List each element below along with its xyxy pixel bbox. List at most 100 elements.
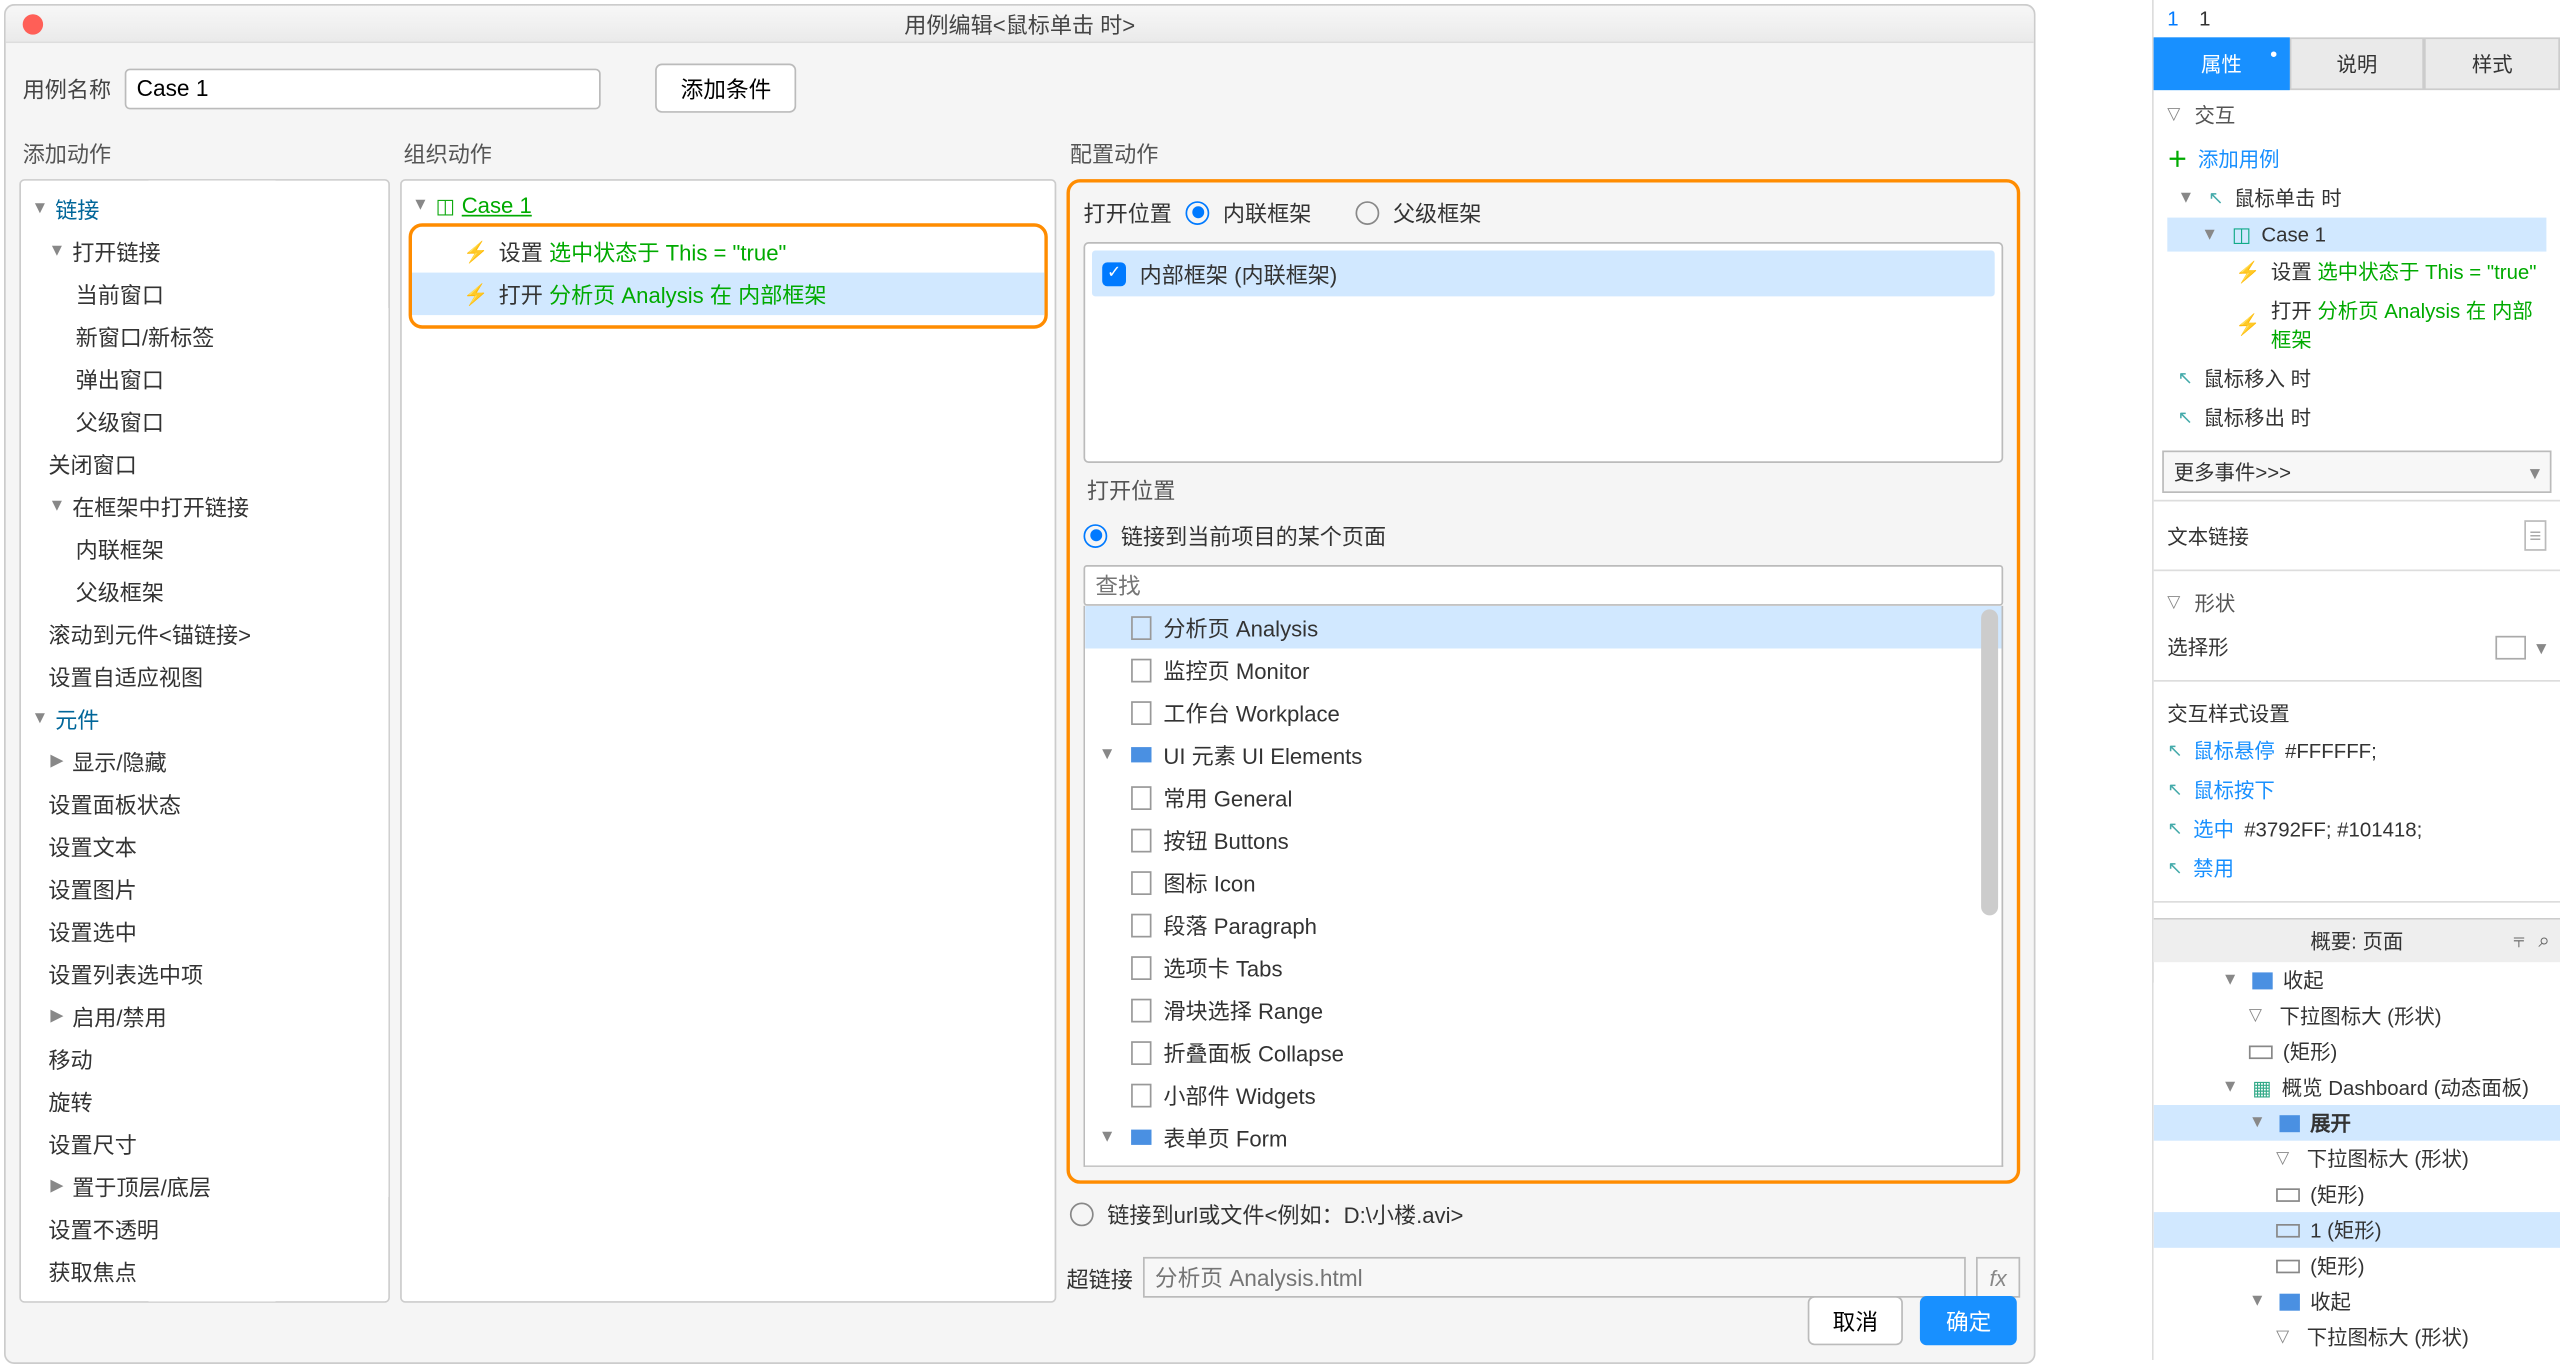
event-mouse-out[interactable]: 鼠标移出 时: [2203, 403, 2311, 432]
page-analysis[interactable]: 分析页 Analysis: [1085, 606, 2001, 649]
ol-collapse[interactable]: 收起: [2283, 966, 2324, 995]
page-icon[interactable]: 图标 Icon: [1085, 861, 2001, 904]
set-list-sel-action[interactable]: 设置列表选中项: [45, 958, 203, 990]
frame-item[interactable]: ✓ 内部框架 (内联框架): [1092, 251, 1995, 297]
ol-rect3[interactable]: (矩形): [2310, 1251, 2364, 1280]
add-case-link[interactable]: 添加用例: [2198, 145, 2280, 174]
number-tabs[interactable]: 1 1: [2154, 0, 2560, 37]
tab-style[interactable]: 样式: [2425, 37, 2560, 90]
page-basic-form[interactable]: 基础表单 Basic Form: [1085, 1158, 2001, 1167]
page-paragraph[interactable]: 段落 Paragraph: [1085, 903, 2001, 946]
case1-label[interactable]: Case 1: [2261, 223, 2326, 247]
rotate-action[interactable]: 旋转: [45, 1085, 93, 1117]
case-title[interactable]: Case 1: [462, 193, 532, 219]
event-mouse-click[interactable]: 鼠标单击 时: [2234, 184, 2342, 213]
page-collapse[interactable]: 折叠面板 Collapse: [1085, 1031, 2001, 1074]
fx-button[interactable]: fx: [1976, 1257, 2020, 1298]
interaction-header[interactable]: 交互: [2195, 100, 2236, 129]
inline-frame-radio[interactable]: [1186, 200, 1210, 224]
tab-attributes[interactable]: 属性: [2154, 37, 2289, 90]
widgets-group[interactable]: 元件: [52, 703, 100, 735]
inline-frame-action[interactable]: 内联框架: [72, 533, 164, 565]
open-link-group[interactable]: 打开链接: [69, 235, 161, 267]
parent-frame-action[interactable]: 父级框架: [72, 575, 164, 607]
hover-link[interactable]: 鼠标悬停: [2193, 736, 2275, 765]
panel-state-action[interactable]: 设置面板状态: [45, 788, 181, 820]
search-icon[interactable]: ⌕: [2538, 928, 2549, 954]
shape-header[interactable]: 形状: [2195, 588, 2236, 617]
frames-list[interactable]: ✓ 内部框架 (内联框架): [1084, 242, 2004, 463]
inspector-panel: 1 1 属性 说明 样式 ▽交互 ＋添加用例 ▼鼠标单击 时 ▼◫Case 1 …: [2152, 0, 2560, 1360]
links-group[interactable]: 链接: [52, 193, 100, 225]
popup-window-action[interactable]: 弹出窗口: [72, 363, 164, 395]
folder-form[interactable]: ▼表单页 Form: [1085, 1116, 2001, 1159]
parent-window-action[interactable]: 父级窗口: [72, 405, 164, 437]
outline-tree[interactable]: ▼收起 ▽下拉图标大 (形状) (矩形) ▼▦概览 Dashboard (动态面…: [2154, 962, 2560, 1360]
bring-front-action[interactable]: 置于顶层/底层: [69, 1170, 211, 1202]
scrollbar[interactable]: [1981, 609, 1998, 1162]
ol-dropicon3[interactable]: 下拉图标大 (形状): [2307, 1323, 2469, 1352]
page-buttons[interactable]: 按钮 Buttons: [1085, 818, 2001, 861]
case-row[interactable]: ▼ ◫ Case 1: [402, 188, 1055, 224]
add-condition-button[interactable]: 添加条件: [655, 64, 797, 113]
ol-collapse2[interactable]: 收起: [2310, 1287, 2351, 1316]
folder-ui-elements[interactable]: ▼UI 元素 UI Elements: [1085, 733, 2001, 776]
organize-pane[interactable]: ▼ ◫ Case 1 ⚡ 设置 选中状态于 This = "true" ⚡ 打开…: [400, 179, 1056, 1303]
disabled-link[interactable]: 禁用: [2193, 853, 2234, 882]
scroll-anchor-action[interactable]: 滚动到元件<锚链接>: [45, 618, 251, 650]
page-general[interactable]: 常用 General: [1085, 776, 2001, 819]
enable-disable-action[interactable]: 启用/禁用: [69, 1000, 167, 1032]
ol-1-rect[interactable]: 1 (矩形): [2310, 1216, 2381, 1245]
set-image-action[interactable]: 设置图片: [45, 873, 137, 905]
ol-rect1[interactable]: (矩形): [2283, 1037, 2337, 1066]
close-icon[interactable]: [23, 14, 43, 34]
action-open-frame[interactable]: ⚡ 打开 分析页 Analysis 在 内部框架: [412, 273, 1044, 316]
page-workplace[interactable]: 工作台 Workplace: [1085, 691, 2001, 734]
show-hide-action[interactable]: 显示/隐藏: [69, 745, 167, 777]
pressed-link[interactable]: 鼠标按下: [2193, 775, 2275, 804]
cancel-button[interactable]: 取消: [1807, 1296, 1903, 1345]
ol-expand[interactable]: 展开: [2310, 1112, 2351, 1136]
ol-dropicon2[interactable]: 下拉图标大 (形状): [2307, 1144, 2469, 1173]
ol-dropicon[interactable]: 下拉图标大 (形状): [2280, 1001, 2442, 1030]
current-window-action[interactable]: 当前窗口: [72, 278, 164, 310]
case-name-input[interactable]: [125, 68, 601, 109]
checkbox-icon[interactable]: ✓: [1102, 262, 1126, 286]
page-monitor[interactable]: 监控页 Monitor: [1085, 648, 2001, 691]
ol-rect2[interactable]: (矩形): [2310, 1180, 2364, 1209]
shape-picker[interactable]: [2495, 635, 2526, 659]
set-selected-action[interactable]: 设置选中: [45, 915, 137, 947]
parent-frame-radio[interactable]: [1356, 200, 1380, 224]
chevron-down-icon[interactable]: ▼: [28, 200, 52, 219]
hyperlink-input[interactable]: [1143, 1257, 1966, 1298]
close-window-action[interactable]: 关闭窗口: [45, 448, 137, 480]
selected-link[interactable]: 选中: [2193, 814, 2234, 843]
set-opacity-action[interactable]: 设置不透明: [45, 1213, 159, 1245]
filter-icon[interactable]: ⫧: [2513, 928, 2525, 954]
open-in-frame-group[interactable]: 在框架中打开链接: [69, 490, 249, 522]
more-events-dropdown[interactable]: 更多事件>>>▾: [2162, 451, 2552, 494]
text-link-box[interactable]: ≡: [2524, 520, 2546, 551]
set-size-action[interactable]: 设置尺寸: [45, 1128, 137, 1160]
expand-collapse-action[interactable]: 展开/折叠树节点: [45, 1298, 209, 1303]
page-search-input[interactable]: [1084, 565, 2004, 606]
ol-dashboard[interactable]: 概览 Dashboard (动态面板): [2282, 1073, 2529, 1102]
action-set-selected[interactable]: ⚡ 设置 选中状态于 This = "true": [412, 230, 1044, 273]
set-adaptive-action[interactable]: 设置自适应视图: [45, 660, 203, 692]
new-window-action[interactable]: 新窗口/新标签: [72, 320, 214, 352]
page-range[interactable]: 滑块选择 Range: [1085, 988, 2001, 1031]
page-tree[interactable]: 分析页 Analysis 监控页 Monitor 工作台 Workplace ▼…: [1084, 606, 2004, 1167]
tab-notes[interactable]: 说明: [2289, 37, 2424, 90]
event-mouse-in[interactable]: 鼠标移入 时: [2203, 364, 2311, 393]
set-text-action[interactable]: 设置文本: [45, 830, 137, 862]
link-to-url-radio[interactable]: [1070, 1202, 1094, 1226]
ok-button[interactable]: 确定: [1920, 1296, 2016, 1345]
page-widgets[interactable]: 小部件 Widgets: [1085, 1073, 2001, 1116]
add-action-pane[interactable]: ▼链接 ▼打开链接 当前窗口 新窗口/新标签 弹出窗口 父级窗口 关闭窗口 ▼在…: [19, 179, 390, 1303]
page-tabs[interactable]: 选项卡 Tabs: [1085, 946, 2001, 989]
get-focus-action[interactable]: 获取焦点: [45, 1255, 137, 1287]
page-icon: [1129, 615, 1153, 639]
bolt-icon: ⚡: [463, 282, 488, 306]
link-to-page-radio[interactable]: [1084, 523, 1108, 547]
move-action[interactable]: 移动: [45, 1043, 93, 1075]
